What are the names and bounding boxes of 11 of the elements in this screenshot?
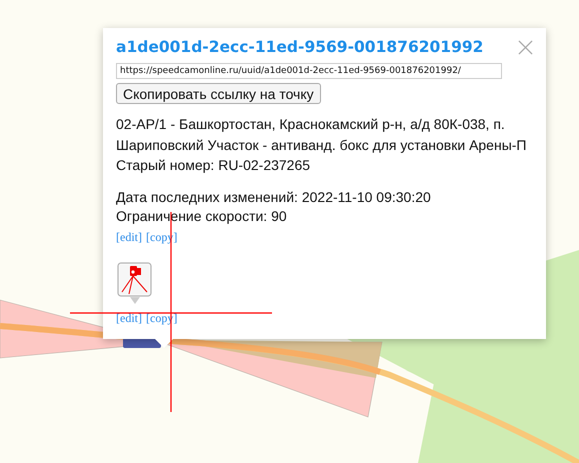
copy-link-button[interactable]: Скопировать ссылку на точку (116, 83, 321, 104)
description-text: Шариповский Участок - антиванд. бокс для установки Арены-П (116, 136, 528, 155)
action-link[interactable]: [edit] (116, 230, 142, 244)
action-link[interactable]: [edit] (116, 310, 142, 326)
url-field[interactable]: https://speedcamonline.ru/uuid/a1de001d-2ecc-11ed-9569-001876201992/ (116, 63, 502, 79)
point-title-link[interactable]: a1de001d-2ecc-11ed-9569-001876201992 (116, 36, 484, 58)
detail-text: Дата последних изменений: 2022-11-10 09:30:20 (116, 188, 432, 206)
description-text: 02-АР/1 - Башкортостан, Краснокамский р-н, а/д 80К-038, п. (116, 115, 506, 134)
tripod-camera-icon (117, 262, 153, 306)
close-icon[interactable] (518, 40, 533, 55)
description-text: Старый номер: RU-02-237265 (116, 156, 312, 175)
